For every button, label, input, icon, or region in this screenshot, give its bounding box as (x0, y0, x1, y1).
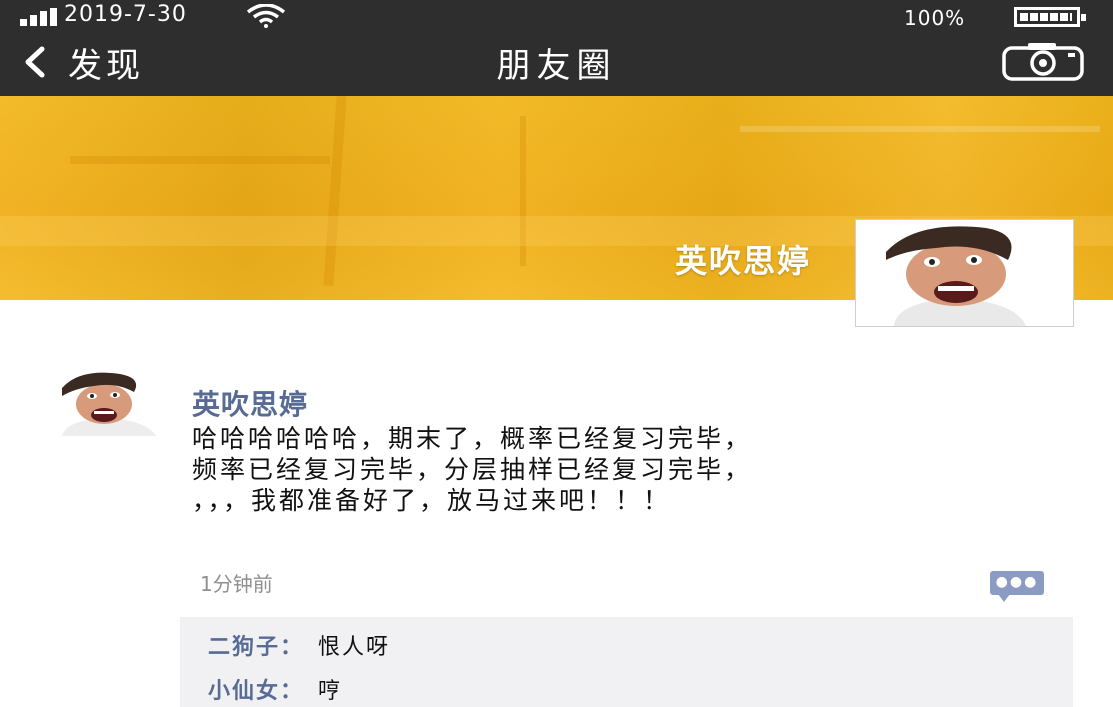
more-comment-icon[interactable]: ●●● (990, 571, 1044, 602)
post-timestamp: 1分钟前 (200, 572, 273, 596)
post-author-name[interactable]: 英吹思婷 (192, 383, 308, 423)
comment-text: 哼 (318, 679, 343, 704)
profile-avatar[interactable] (855, 219, 1074, 327)
battery-icon (1014, 7, 1086, 27)
battery-percent: 100% (904, 6, 966, 30)
page-title: 朋友圈 (496, 46, 617, 86)
face-portrait-icon (856, 220, 1073, 326)
comment-item[interactable]: 小仙女： 哼 (208, 673, 342, 705)
comments-panel: 二狗子： 恨人呀 小仙女： 哼 (180, 617, 1073, 707)
comment-item[interactable]: 二狗子： 恨人呀 (208, 629, 390, 661)
camera-icon[interactable] (1000, 42, 1086, 82)
post-content: 哈哈哈哈哈哈，期末了，概率已经复习完毕， 频率已经复习完毕，分层抽样已经复习完毕… (192, 423, 1072, 516)
comment-text: 恨人呀 (318, 635, 391, 660)
status-time: 2019-7-30 (64, 2, 187, 27)
face-portrait-icon (62, 372, 156, 436)
post-line: ，，，我都准备好了，放马过来吧！！！ (192, 486, 672, 515)
comment-author[interactable]: 小仙女： (208, 679, 304, 704)
signal-bars-icon (20, 8, 58, 26)
post-author-avatar[interactable] (52, 370, 160, 436)
cover-username: 英吹思婷 (674, 242, 811, 280)
post-line: 哈哈哈哈哈哈，期末了，概率已经复习完毕， (192, 424, 753, 453)
comment-author[interactable]: 二狗子： (208, 635, 304, 660)
wifi-icon (246, 4, 286, 28)
post-line: 频率已经复习完毕，分层抽样已经复习完毕， (192, 455, 753, 484)
top-bar: 2019-7-30 100% 发现 朋友圈 (0, 0, 1113, 96)
